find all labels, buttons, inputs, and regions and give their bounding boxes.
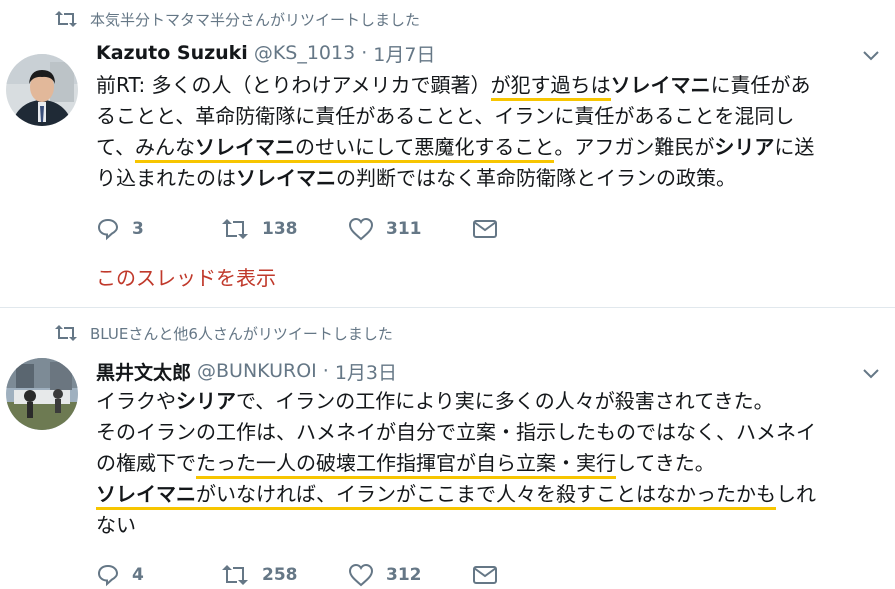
text-segment: の権威下で [96,451,196,475]
retweet-count: 258 [262,565,298,585]
message-icon [473,220,497,238]
author-handle[interactable]: @KS_1013 [254,42,355,64]
reply-count: 4 [132,565,144,585]
reply-button[interactable]: 3 [96,217,220,241]
retweet-icon [222,565,248,585]
highlighted-text: は [590,73,611,101]
show-thread-link[interactable]: このスレッドを表示 [96,262,276,291]
reply-button[interactable]: 4 [96,563,220,587]
tweet-header: Kazuto Suzuki @KS_1013 · 1月7日 [96,38,435,68]
like-count: 311 [386,219,422,239]
retweet-context: BLUEさんと他6人さんがリツイートしました [52,322,393,344]
bold-text: シリア [176,389,236,413]
avatar[interactable] [6,358,78,430]
tweet-date[interactable]: 1月3日 [335,358,397,385]
text-segment: 前RT: 多くの人（とりわけアメリカで顕著） [96,73,491,97]
retweet-context-text: 本気半分トマタマ半分さんがリツイートしました [90,10,421,29]
retweet-context: 本気半分トマタマ半分さんがリツイートしました [52,8,420,30]
chevron-down-icon[interactable] [859,362,883,386]
tweet-date[interactable]: 1月7日 [373,40,435,67]
retweet-button[interactable]: 258 [220,565,348,585]
avatar[interactable] [6,54,78,126]
like-count: 312 [386,565,422,585]
retweet-icon [52,324,80,342]
text-segment: に責任があ [710,73,811,97]
like-button[interactable]: 312 [348,563,472,587]
text-segment: ない [96,513,136,537]
retweet-icon [222,219,248,239]
message-button[interactable] [472,565,510,585]
author-name[interactable]: 黒井文太郎 [96,358,191,385]
highlighted-text: みんな [135,135,195,163]
reply-icon [97,218,119,241]
text-segment: て、 [96,135,135,159]
retweet-button[interactable]: 138 [220,219,348,239]
bold-text: ソレイマニ [610,73,711,97]
bold-text: シリア [714,135,775,159]
retweet-context-text: BLUEさんと他6人さんがリツイートしました [90,324,393,343]
tweet-text: イラクやシリアで、イランの工作により実に多くの人々が殺害されてきた。そのイランの… [96,386,888,541]
message-button[interactable] [472,219,510,239]
text-segment: してきた。 [616,451,715,475]
highlighted-text: が犯す過ち [490,73,591,101]
text-segment: り込まれたのは [96,166,236,190]
tweet-2[interactable]: BLUEさんと他6人さんがリツイートしました 黒井文太郎 @BUNKUROI ·… [0,308,895,589]
reply-count: 3 [132,219,144,239]
like-button[interactable]: 311 [348,217,472,241]
reply-icon [97,564,119,587]
text-segment: の判断ではなく革命防衛隊とイランの政策。 [336,166,736,190]
tweet-text-line: ることと、革命防衛隊に責任があることと、イランに責任があることを混同し [96,101,888,132]
separator-dot: · [322,360,329,382]
text-segment: イラクや [96,389,176,413]
text-segment: に送 [774,135,815,159]
text-segment: そのイランの工作は、ハメネイが自分で立案・指示したものではなく、ハメネイ [96,420,816,444]
retweet-count: 138 [262,219,298,239]
tweet-text-line: り込まれたのはソレイマニの判断ではなく革命防衛隊とイランの政策。 [96,163,888,194]
like-icon [348,217,374,241]
tweet-text-line: 前RT: 多くの人（とりわけアメリカで顕著）が犯す過ちはソレイマニに責任があ [96,70,888,101]
tweet-text-line: ない [96,510,888,541]
like-icon [348,563,374,587]
separator-dot: · [361,42,368,64]
tweet-actions: 4 258 312 [96,560,510,589]
highlighted-text: のせいにして悪魔化すること [295,135,555,163]
tweet-text-line: の権威下でたった一人の破壊工作指揮官が自ら立案・実行してきた。 [96,448,888,479]
tweet-text-line: イラクやシリアで、イランの工作により実に多くの人々が殺害されてきた。 [96,386,888,417]
tweet-text: 前RT: 多くの人（とりわけアメリカで顕著）が犯す過ちはソレイマニに責任があ るこ… [96,70,888,194]
text-segment: で、イランの工作により実に多くの人々が殺害されてきた。 [236,389,774,413]
tweet-text-line: ソレイマニがいなければ、イランがここまで人々を殺すことはなかったかもしれ [96,479,888,510]
highlighted-text: たった一人の破壊工作指揮官が自ら立案・実行 [196,451,616,479]
tweet-1[interactable]: 本気半分トマタマ半分さんがリツイートしました Kazuto Suzuki @KS… [0,0,895,307]
tweet-text-line: そのイランの工作は、ハメネイが自分で立案・指示したものではなく、ハメネイ [96,417,888,448]
chevron-down-icon[interactable] [859,44,883,68]
tweet-text-line: て、みんなソレイマニのせいにして悪魔化すること。アフガン難民がシリアに送 [96,132,888,163]
author-handle[interactable]: @BUNKUROI [197,360,317,382]
tweet-actions: 3 138 311 [96,214,510,244]
tweet-header: 黒井文太郎 @BUNKUROI · 1月3日 [96,356,397,386]
message-icon [473,566,497,584]
retweet-icon [52,10,80,28]
text-segment: ることと、革命防衛隊に責任があることと、イランに責任があることを混同し [96,104,795,128]
text-segment: しれ [776,482,816,506]
highlighted-text: ソレイマニ [96,482,196,510]
author-name[interactable]: Kazuto Suzuki [96,42,248,64]
bold-text: ソレイマニ [236,166,336,190]
highlighted-text: ソレイマニ [195,135,295,163]
highlighted-text: がいなければ、イランがここまで人々を殺すことはなかったかも [196,482,776,510]
text-segment: 。アフガン難民が [554,135,715,159]
